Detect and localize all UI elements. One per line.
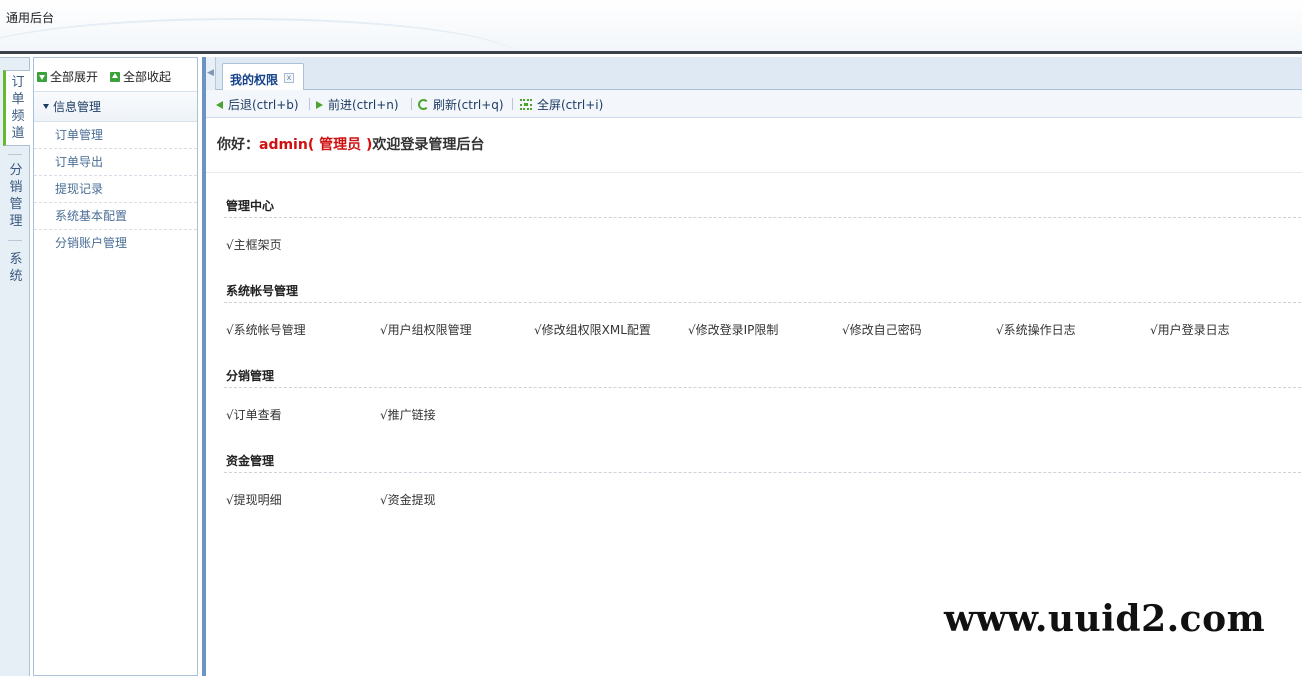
sidebar-group-info[interactable]: 信息管理 (34, 91, 197, 122)
refresh-button[interactable]: 刷新(ctrl+q) (418, 96, 504, 113)
channel-tab-label: 订单频道 (11, 75, 25, 141)
permission-item: √修改登录IP限制 (688, 323, 779, 337)
fullscreen-icon (520, 99, 532, 110)
permission-item: √提现明细 (226, 493, 282, 507)
back-button[interactable]: 后退(ctrl+b) (216, 96, 299, 113)
refresh-icon (418, 99, 429, 110)
channel-tab-orders[interactable]: 订单频道 (3, 70, 30, 146)
sidebar-item-system-config[interactable]: 系统基本配置 (34, 203, 197, 230)
welcome-user: admin( 管理员 ) (259, 137, 373, 153)
collapse-all-button[interactable]: 全部收起 (110, 68, 171, 85)
app-header: 通用后台 (0, 0, 1302, 52)
channel-tab-system[interactable]: 系统 (3, 251, 29, 285)
section-title: 分销管理 (226, 369, 275, 383)
channel-tabs: 订单频道 分销管理 系统 (0, 57, 30, 676)
permission-item: √用户组权限管理 (380, 323, 472, 337)
close-icon[interactable]: x (284, 73, 294, 83)
permission-item: √系统操作日志 (996, 323, 1076, 337)
tab-scroll-left-icon[interactable]: ◀ (206, 57, 216, 90)
permission-item: √修改组权限XML配置 (534, 323, 651, 337)
permission-item: √资金提现 (380, 493, 436, 507)
sidebar-item-order-export[interactable]: 订单导出 (34, 149, 197, 176)
refresh-label: 刷新(ctrl+q) (433, 98, 504, 112)
toolbar: 后退(ctrl+b) 前进(ctrl+n) 刷新(ctrl+q) 全屏(ctrl… (206, 90, 1302, 118)
sidebar-group-label: 信息管理 (53, 100, 102, 114)
welcome-greeting: 你好： (217, 137, 259, 153)
sidebar-item-withdraw-records[interactable]: 提现记录 (34, 176, 197, 203)
channel-tab-label: 系统 (9, 252, 23, 284)
permission-item: √主框架页 (226, 238, 282, 252)
tab-my-permissions[interactable]: 我的权限 x (222, 63, 304, 91)
collapse-all-label: 全部收起 (123, 70, 172, 84)
fullscreen-label: 全屏(ctrl+i) (537, 98, 604, 112)
sidebar-item-distribution-accounts[interactable]: 分销账户管理 (34, 230, 197, 257)
tab-bar: ◀ 我的权限 x (206, 57, 1302, 91)
expand-icon (37, 72, 47, 82)
collapse-icon (110, 72, 120, 82)
welcome-banner: 你好：admin( 管理员 )欢迎登录管理后台 (206, 118, 1302, 173)
watermark: www.uuid2.com (944, 598, 1266, 640)
permission-item: √用户登录日志 (1150, 323, 1230, 337)
caret-down-icon (43, 104, 49, 109)
header-divider (0, 51, 1302, 54)
section-divider (224, 217, 1302, 218)
section-divider (224, 472, 1302, 473)
channel-separator (8, 154, 22, 155)
section-divider (224, 302, 1302, 303)
channel-separator (8, 240, 22, 241)
expand-all-label: 全部展开 (50, 70, 99, 84)
tab-label: 我的权限 (230, 73, 279, 87)
welcome-message: 欢迎登录管理后台 (372, 137, 485, 153)
section-title: 管理中心 (226, 199, 275, 213)
expand-all-button[interactable]: 全部展开 (37, 68, 98, 85)
arrow-right-icon (316, 101, 323, 109)
forward-button[interactable]: 前进(ctrl+n) (316, 96, 399, 113)
sidebar-item-order-manage[interactable]: 订单管理 (34, 122, 197, 149)
sidebar-controls: 全部展开 全部收起 (34, 58, 197, 91)
header-decoration (0, 18, 520, 52)
section-divider (224, 387, 1302, 388)
toolbar-separator (512, 98, 513, 110)
sidebar: 全部展开 全部收起 信息管理 订单管理 订单导出 提现记录 系统基本配置 分销账… (33, 57, 198, 676)
main-panel: ◀ 我的权限 x 后退(ctrl+b) 前进(ctrl+n) 刷新(ctrl+q… (202, 57, 1302, 676)
back-label: 后退(ctrl+b) (228, 98, 299, 112)
fullscreen-button[interactable]: 全屏(ctrl+i) (520, 96, 603, 113)
permission-item: √推广链接 (380, 408, 436, 422)
channel-tab-distribution[interactable]: 分销管理 (3, 162, 29, 230)
toolbar-separator (309, 98, 310, 110)
channel-tab-label: 分销管理 (9, 163, 23, 229)
arrow-left-icon (216, 101, 223, 109)
app-title: 通用后台 (6, 11, 55, 25)
permission-item: √订单查看 (226, 408, 282, 422)
permission-item: √系统帐号管理 (226, 323, 306, 337)
permission-item: √修改自己密码 (842, 323, 922, 337)
forward-label: 前进(ctrl+n) (328, 98, 399, 112)
toolbar-separator (411, 98, 412, 110)
section-title: 资金管理 (226, 454, 275, 468)
section-title: 系统帐号管理 (226, 284, 299, 298)
